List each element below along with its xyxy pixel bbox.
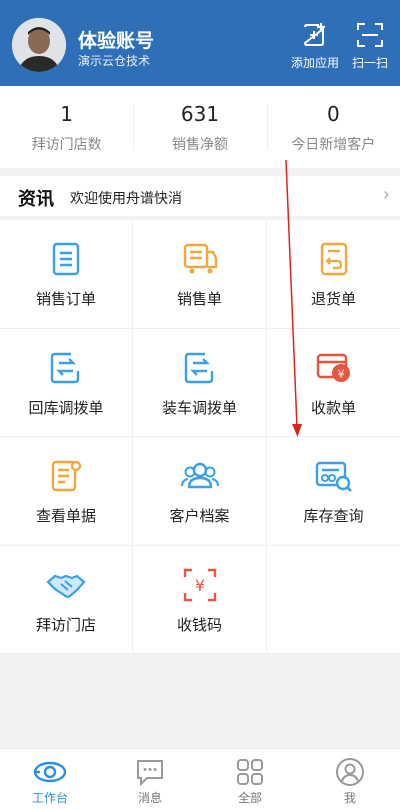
tile-return-slip[interactable]: 退货单: [267, 220, 400, 329]
payment-code-icon: ¥: [183, 568, 216, 601]
empty-tile: [267, 546, 400, 654]
tab-label: 我: [343, 791, 356, 805]
tab-workbench[interactable]: 工作台: [0, 749, 100, 810]
tile-label: 装车调拨单: [161, 398, 237, 417]
tab-all[interactable]: 全部: [200, 749, 300, 810]
inventory-query-icon: [315, 461, 352, 492]
tile-label: 库存查询: [303, 507, 364, 525]
tab-me[interactable]: 我: [300, 749, 400, 810]
tile-payment-code[interactable]: ¥ 收钱码: [133, 545, 267, 654]
handshake-icon: [46, 574, 86, 598]
news-text: 欢迎使用舟谱快消: [70, 191, 182, 207]
stat-label: 拜访门店数: [31, 137, 102, 153]
scan-icon: [357, 23, 383, 47]
tile-view-documents[interactable]: 查看单据: [0, 437, 133, 546]
stat-label: 今日新增客户: [291, 137, 376, 153]
news-title: 资讯: [18, 189, 54, 210]
svg-text:¥: ¥: [194, 576, 204, 595]
stat-label: 销售净额: [171, 137, 228, 153]
tile-sales-order[interactable]: 销售订单: [0, 220, 133, 329]
chevron-right-icon: ›: [382, 184, 390, 205]
return-transfer-icon: [50, 352, 80, 383]
tile-visit-store[interactable]: 拜访门店: [0, 545, 133, 654]
avatar[interactable]: [12, 18, 66, 72]
scan-label: 扫一扫: [351, 56, 388, 70]
customer-archive-icon: [180, 462, 219, 489]
tile-loading-transfer[interactable]: 装车调拨单: [133, 328, 267, 437]
tile-receipt[interactable]: ¥ 收款单: [267, 329, 400, 437]
stat-value: 1: [60, 102, 74, 126]
tab-label: 工作台: [31, 791, 68, 805]
stat-visited-stores[interactable]: 1 拜访门店数: [0, 86, 133, 168]
grid-icon: [237, 759, 263, 785]
tile-label: 拜访门店: [35, 615, 96, 634]
tile-label: 收钱码: [176, 615, 222, 634]
tile-sales-slip[interactable]: 销售单: [133, 220, 267, 329]
app-header: 体验账号 演示云仓技术 添加应用 扫一扫: [0, 0, 400, 86]
user-name: 体验账号: [78, 30, 155, 52]
message-icon: [137, 760, 163, 787]
stat-value: 631: [180, 102, 220, 126]
sales-slip-icon: [183, 243, 217, 274]
tile-inventory-query[interactable]: 库存查询: [267, 437, 400, 546]
sales-order-icon: [52, 242, 80, 276]
receipt-icon: ¥: [316, 353, 350, 382]
stats-bar: 1 拜访门店数 631 销售净额 0 今日新增客户: [0, 86, 400, 168]
workbench-icon: [33, 761, 67, 783]
tile-label: 销售订单: [35, 290, 96, 308]
company-name: 演示云仓技术: [78, 54, 151, 68]
loading-transfer-icon: [184, 352, 213, 383]
tile-label: 退货单: [310, 290, 356, 308]
stat-value: 0: [326, 102, 340, 126]
tile-label: 收款单: [310, 398, 356, 417]
tile-label: 回库调拨单: [28, 398, 104, 417]
tab-label: 消息: [137, 791, 162, 805]
add-app-label: 添加应用: [290, 56, 339, 70]
function-grid: 销售订单 销售单 退货单 回库调拨单 装车调拨单 ¥ 收款单 查看单据 客户档案…: [0, 220, 400, 654]
svg-text:¥: ¥: [337, 367, 344, 380]
stat-net-sales[interactable]: 631 销售净额: [133, 86, 266, 168]
stat-new-customers[interactable]: 0 今日新增客户: [266, 86, 400, 168]
tile-return-transfer[interactable]: 回库调拨单: [0, 328, 133, 437]
view-documents-icon: [51, 460, 82, 492]
bottom-tab-bar: 工作台 消息 全部 我: [0, 748, 400, 810]
tile-label: 查看单据: [35, 507, 96, 525]
tab-messages[interactable]: 消息: [100, 749, 200, 810]
profile-icon: [336, 758, 364, 786]
tile-label: 销售单: [176, 290, 222, 308]
tile-customer-archive[interactable]: 客户档案: [133, 437, 267, 546]
add-app-button[interactable]: 添加应用: [285, 22, 345, 72]
news-bar[interactable]: 资讯 欢迎使用舟谱快消 ›: [0, 176, 400, 216]
tab-label: 全部: [237, 791, 262, 805]
return-slip-icon: [320, 242, 347, 276]
add-app-icon: [303, 23, 325, 46]
scan-button[interactable]: 扫一扫: [340, 22, 400, 72]
tile-label: 客户档案: [169, 507, 230, 525]
